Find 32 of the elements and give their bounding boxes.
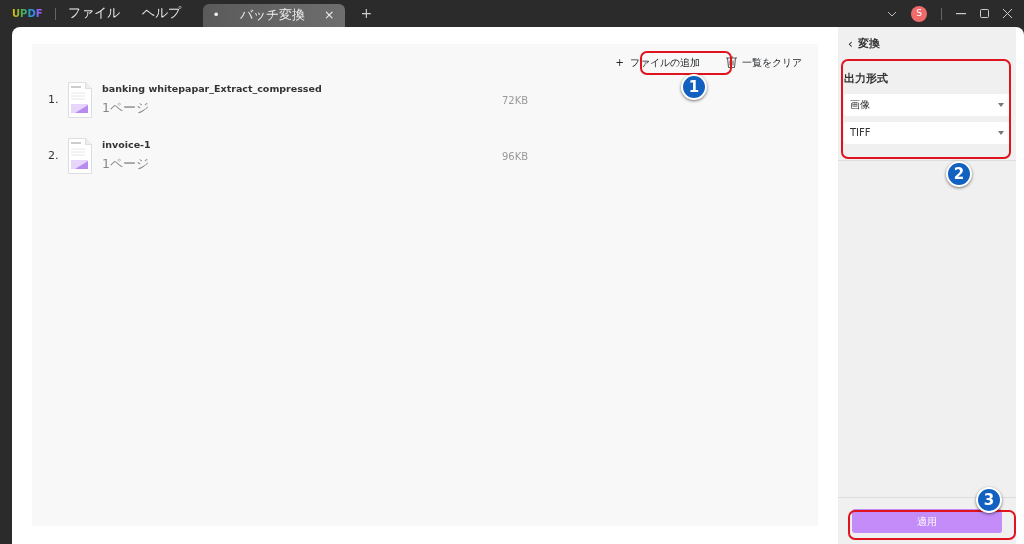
section-label: 出力形式 (844, 71, 889, 87)
file-name: banking whitepapar_Extract_compressed (102, 82, 323, 96)
minimize-icon[interactable] (956, 12, 966, 15)
page-count: 1ページ (102, 99, 150, 118)
file-size: 72KB (502, 93, 529, 108)
close-icon[interactable] (1003, 9, 1012, 18)
tab[interactable]: • バッチ変換 × (202, 4, 345, 27)
tab-label: バッチ変換 (239, 6, 305, 25)
new-tab-button[interactable]: + (354, 2, 379, 25)
plus-icon: + (615, 54, 624, 70)
pdf-file-icon (68, 138, 92, 174)
tab-dot: • (212, 6, 220, 25)
back-button[interactable]: ‹ (848, 35, 853, 53)
file-size: 96KB (502, 149, 529, 164)
caret-icon (998, 130, 1004, 135)
page-count: 1ページ (102, 155, 150, 174)
row-number: 1. (48, 91, 60, 108)
pdf-file-icon (68, 82, 92, 118)
menu-item[interactable]: ファイル (67, 4, 120, 23)
maximize-icon[interactable] (980, 9, 989, 18)
menu-item[interactable]: ヘルプ (141, 4, 181, 23)
row-number: 2. (48, 147, 60, 164)
file-name: invoice-1 (102, 138, 152, 152)
add-file-button[interactable]: + ファイルの追加 (615, 54, 700, 70)
dropdown[interactable]: TIFF (844, 121, 1010, 144)
chevron-down-icon[interactable] (887, 10, 897, 17)
caret-icon (998, 102, 1004, 107)
clear-list-button[interactable]: 一覧をクリア (725, 54, 802, 70)
dropdown[interactable]: 画像 (844, 93, 1010, 116)
panel-title: 変換 (858, 35, 881, 52)
close-button[interactable]: × (324, 6, 335, 25)
trash-icon (725, 56, 737, 68)
